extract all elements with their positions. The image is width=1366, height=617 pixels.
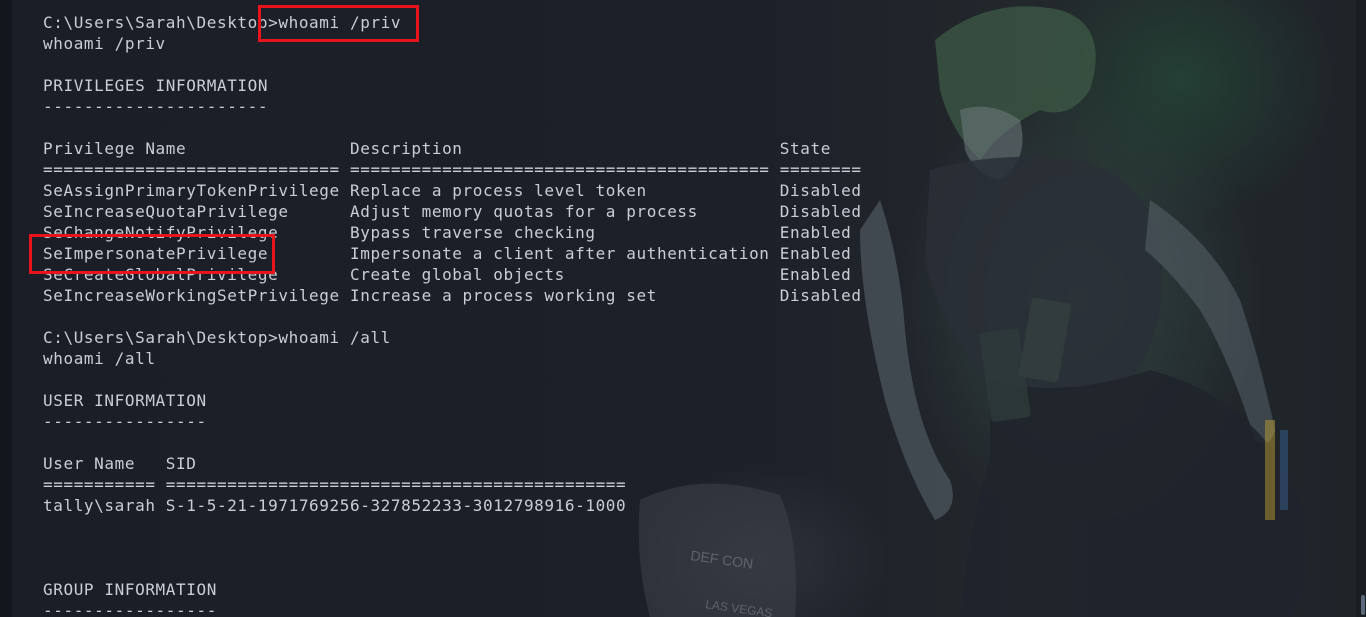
highlight-box-whoami-priv xyxy=(258,5,419,42)
terminal-line: whoami /all xyxy=(43,349,156,368)
terminal-line: whoami /priv xyxy=(43,34,166,53)
terminal-line: GROUP INFORMATION xyxy=(43,580,217,599)
terminal-line: C:\Users\Sarah\Desktop>whoami /all xyxy=(43,328,391,347)
terminal-line: ----------------- xyxy=(43,601,217,617)
terminal-line: SeIncreaseQuotaPrivilege Adjust memory q… xyxy=(43,202,862,221)
terminal-line: ---------------------- xyxy=(43,97,269,116)
terminal-scrollbar[interactable] xyxy=(1356,0,1366,617)
wallpaper-accent xyxy=(1265,420,1275,520)
terminal-line: ---------------- xyxy=(43,412,207,431)
terminal-line: ============================= ==========… xyxy=(43,160,862,179)
terminal-line: USER INFORMATION xyxy=(43,391,207,410)
terminal-line: SeAssignPrimaryTokenPrivilege Replace a … xyxy=(43,181,862,200)
terminal-line: C:\Users\Sarah\Desktop>whoami /priv xyxy=(43,13,402,32)
terminal-window[interactable]: DEF CON LAS VEGAS C:\Users\Sarah\Desktop… xyxy=(0,0,1366,617)
terminal-line: =========== ============================… xyxy=(43,475,627,494)
wallpaper-accent xyxy=(1280,430,1288,510)
terminal-line: tally\sarah S-1-5-21-1971769256-32785223… xyxy=(43,496,627,515)
terminal-line: User Name SID xyxy=(43,454,197,473)
terminal-line: Privilege Name Description State xyxy=(43,139,831,158)
highlight-box-seimpersonate xyxy=(29,234,275,274)
terminal-output: C:\Users\Sarah\Desktop>whoami /priv whoam… xyxy=(43,12,862,617)
scrollbar-thumb[interactable] xyxy=(1361,595,1365,615)
terminal-line: SeIncreaseWorkingSetPrivilege Increase a… xyxy=(43,286,862,305)
terminal-line: PRIVILEGES INFORMATION xyxy=(43,76,269,95)
